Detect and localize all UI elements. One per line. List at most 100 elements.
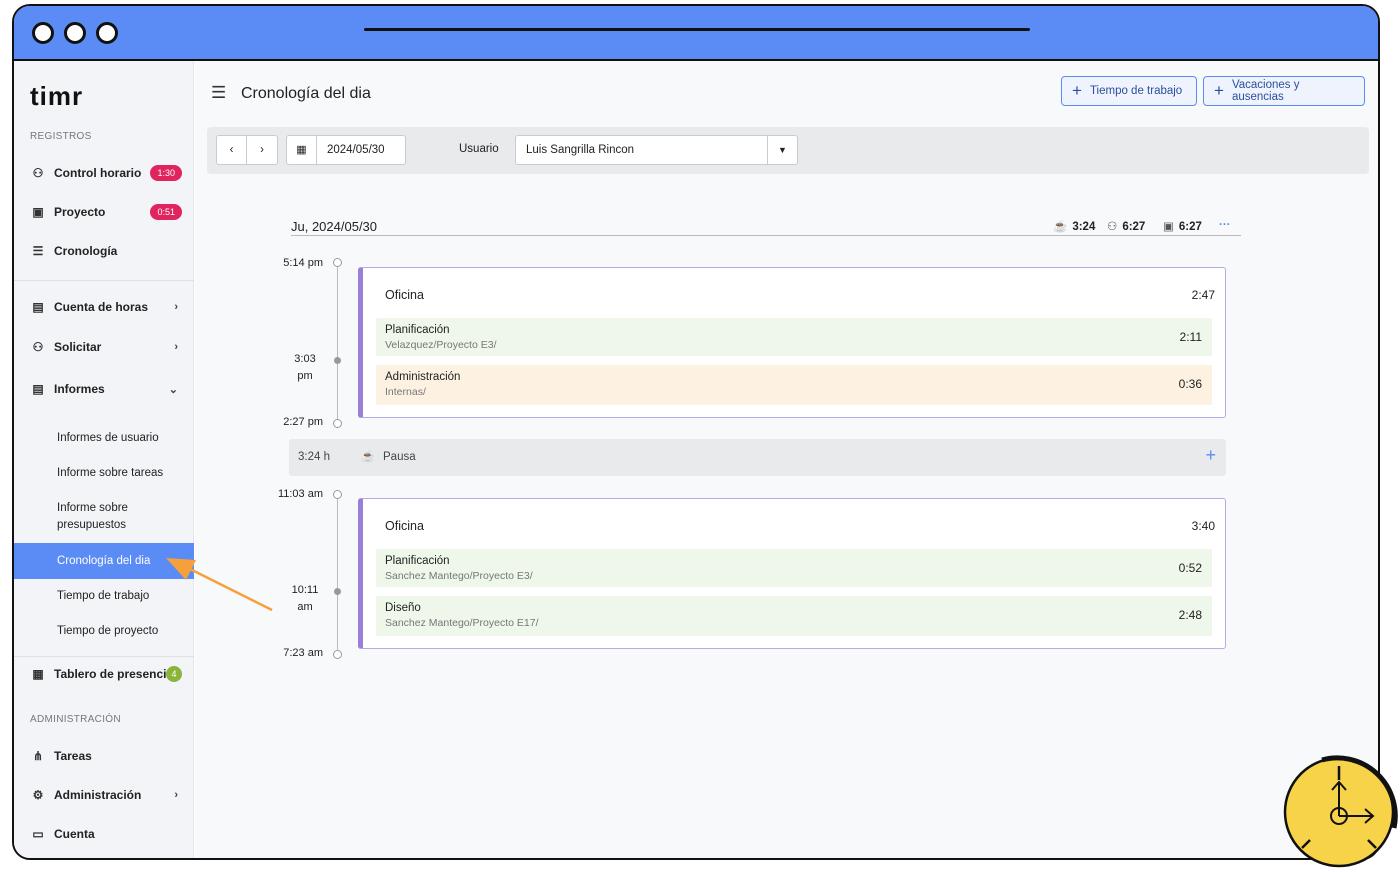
window-titlebar [14,6,1378,61]
add-vacation-button[interactable]: + Vacaciones y ausencias [1203,76,1365,106]
sidebar-item-label: Control horario [54,166,142,180]
pause-label: Pausa [383,451,416,463]
sidebar-item-proyecto[interactable]: ▣ Proyecto 0:51 [14,196,194,228]
sidebar-item-solicitar[interactable]: ⚇ Solicitar › [14,331,194,363]
divider [14,656,194,657]
document-icon: ▤ [32,300,44,314]
task-time: 0:52 [1178,561,1202,575]
timeline-point [333,490,342,499]
task-entry[interactable]: Planificación Sanchez Mantego/Proyecto E… [376,549,1212,587]
filter-bar: ‹ › ▦ 2024/05/30 Usuario Luis Sangrilla … [207,127,1369,174]
date-value: 2024/05/30 [327,144,385,156]
logo: timr [30,81,84,111]
sidebar-item-cuenta[interactable]: ▭ Cuenta [14,818,194,850]
time-block-card[interactable]: Oficina 3:40 Planificación Sanchez Mante… [358,498,1226,649]
sidebar-item-cronologia[interactable]: ☰ Cronología [14,235,194,267]
user-select-value: Luis Sangrilla Rincon [526,144,635,156]
task-entry[interactable]: Administración Internas/ 0:36 [376,365,1212,405]
sidebar-item-label: Administración [54,788,142,802]
sidebar-item-label: Solicitar [54,340,102,354]
arrow-head [166,558,196,580]
sidebar-sub-informe-tareas[interactable]: Informe sobre tareas [14,456,194,491]
time-block-card[interactable]: Oficina 2:47 Planificación Velazquez/Pro… [358,267,1226,418]
page-title: Cronología del dia [241,85,371,102]
timeline-point [334,357,341,364]
window-dot-2[interactable] [64,22,86,44]
sidebar-item-tablero-presencia[interactable]: ▦ Tablero de presencia 4 [14,658,194,690]
pause-duration: 3:24 h [298,451,330,463]
sidebar-item-label: Cuenta de horas [54,300,149,314]
app-window: timr REGISTROS ⚇ Control horario 1:30 ▣ … [12,4,1380,860]
sidebar-item-cuenta-de-horas[interactable]: ▤ Cuenta de horas › [14,291,194,323]
coffee-icon: ☕ [1053,221,1068,233]
add-work-time-button[interactable]: + Tiempo de trabajo [1061,76,1197,106]
gear-icon: ⚙ [32,788,44,802]
button-label: Vacaciones y ausencias [1231,79,1300,103]
task-time: 2:48 [1178,608,1202,622]
arrow-shaft [187,566,273,612]
plus-icon: + [1214,81,1224,100]
sidebar-item-administracion[interactable]: ⚙ Administración › [14,779,194,811]
timeline-line [337,261,338,424]
add-pause-button[interactable]: + [1205,445,1216,466]
task-name: Diseño [385,602,421,614]
user-label: Usuario [459,143,499,155]
day-date: Ju, 2024/05/30 [291,219,378,234]
pause-total: ☕ 3:24 [1053,219,1095,233]
task-path: Internas/ [385,386,426,398]
annotation-arrow-icon [166,558,273,612]
time-label: 10:11 am [291,584,319,613]
sidebar-sub-informes-usuario[interactable]: Informes de usuario [14,421,194,456]
time-label: 5:14 pm [283,257,323,269]
task-time: 0:36 [1178,377,1202,391]
time-label: 11:03 am [277,488,323,500]
section-registros: REGISTROS [30,131,92,142]
window-dot-1[interactable] [32,22,54,44]
block-total: 3:40 [1191,519,1215,533]
task-path: Sanchez Mantego/Proyecto E17/ [385,617,539,629]
window-dot-3[interactable] [96,22,118,44]
list-icon: ☰ [32,244,44,258]
timeline-point [334,588,341,595]
date-picker[interactable]: ▦ 2024/05/30 [286,135,406,165]
day-header: Ju, 2024/05/30 ☕ 3:24 ⚇ 6:27 ▣ 6:27 ··· [291,219,1241,236]
chevron-left-icon[interactable]: ‹ [217,136,247,164]
caret-down-icon[interactable]: ▼ [767,136,797,164]
timeline-point [333,258,342,267]
sidebar: timr REGISTROS ⚇ Control horario 1:30 ▣ … [14,61,194,858]
calendar-icon: ▦ [287,136,317,164]
project-total-value: 6:27 [1178,221,1202,233]
timer-logo-icon [1283,755,1398,868]
sidebar-item-control-horario[interactable]: ⚇ Control horario 1:30 [14,157,194,189]
pause-total-value: 3:24 [1072,221,1096,233]
block-title: Oficina [385,519,424,533]
section-administracion: ADMINISTRACIÓN [30,714,121,725]
chevron-down-icon: ⌄ [168,383,178,396]
sidebar-sub-informe-presupuestos[interactable]: Informe sobre presupuestos [14,491,194,543]
sidebar-item-informes[interactable]: ▤ Informes ⌄ [14,373,194,405]
user-clock-icon: ⚇ [1107,221,1118,233]
task-entry[interactable]: Planificación Velazquez/Proyecto E3/ 2:1… [376,318,1212,356]
more-options-button[interactable]: ··· [1219,219,1231,231]
block-total: 2:47 [1191,288,1215,302]
divider [14,280,194,281]
briefcase-clock-icon: ▣ [1163,221,1174,233]
hierarchy-icon: ⋔ [32,749,44,763]
sidebar-item-label: Cronología [54,244,118,258]
sidebar-item-tareas[interactable]: ⋔ Tareas [14,740,194,772]
coffee-icon: ☕ [361,451,375,463]
briefcase-clock-icon: ▣ [32,205,44,219]
work-total: ⚇ 6:27 [1107,219,1145,233]
task-name: Administración [385,371,461,383]
chevron-right-icon[interactable]: › [247,136,277,164]
block-title: Oficina [385,288,424,302]
address-bar[interactable] [364,28,1030,31]
badge-control-horario: 1:30 [150,165,182,181]
pause-row[interactable]: 3:24 h ☕ Pausa + [289,439,1226,476]
button-label: Tiempo de trabajo [1089,85,1183,97]
sidebar-item-label: Tareas [54,749,92,763]
task-entry[interactable]: Diseño Sanchez Mantego/Proyecto E17/ 2:4… [376,596,1212,636]
timeline-line [337,493,338,655]
chevron-right-icon: › [174,789,178,801]
user-select[interactable]: Luis Sangrilla Rincon ▼ [515,135,798,165]
